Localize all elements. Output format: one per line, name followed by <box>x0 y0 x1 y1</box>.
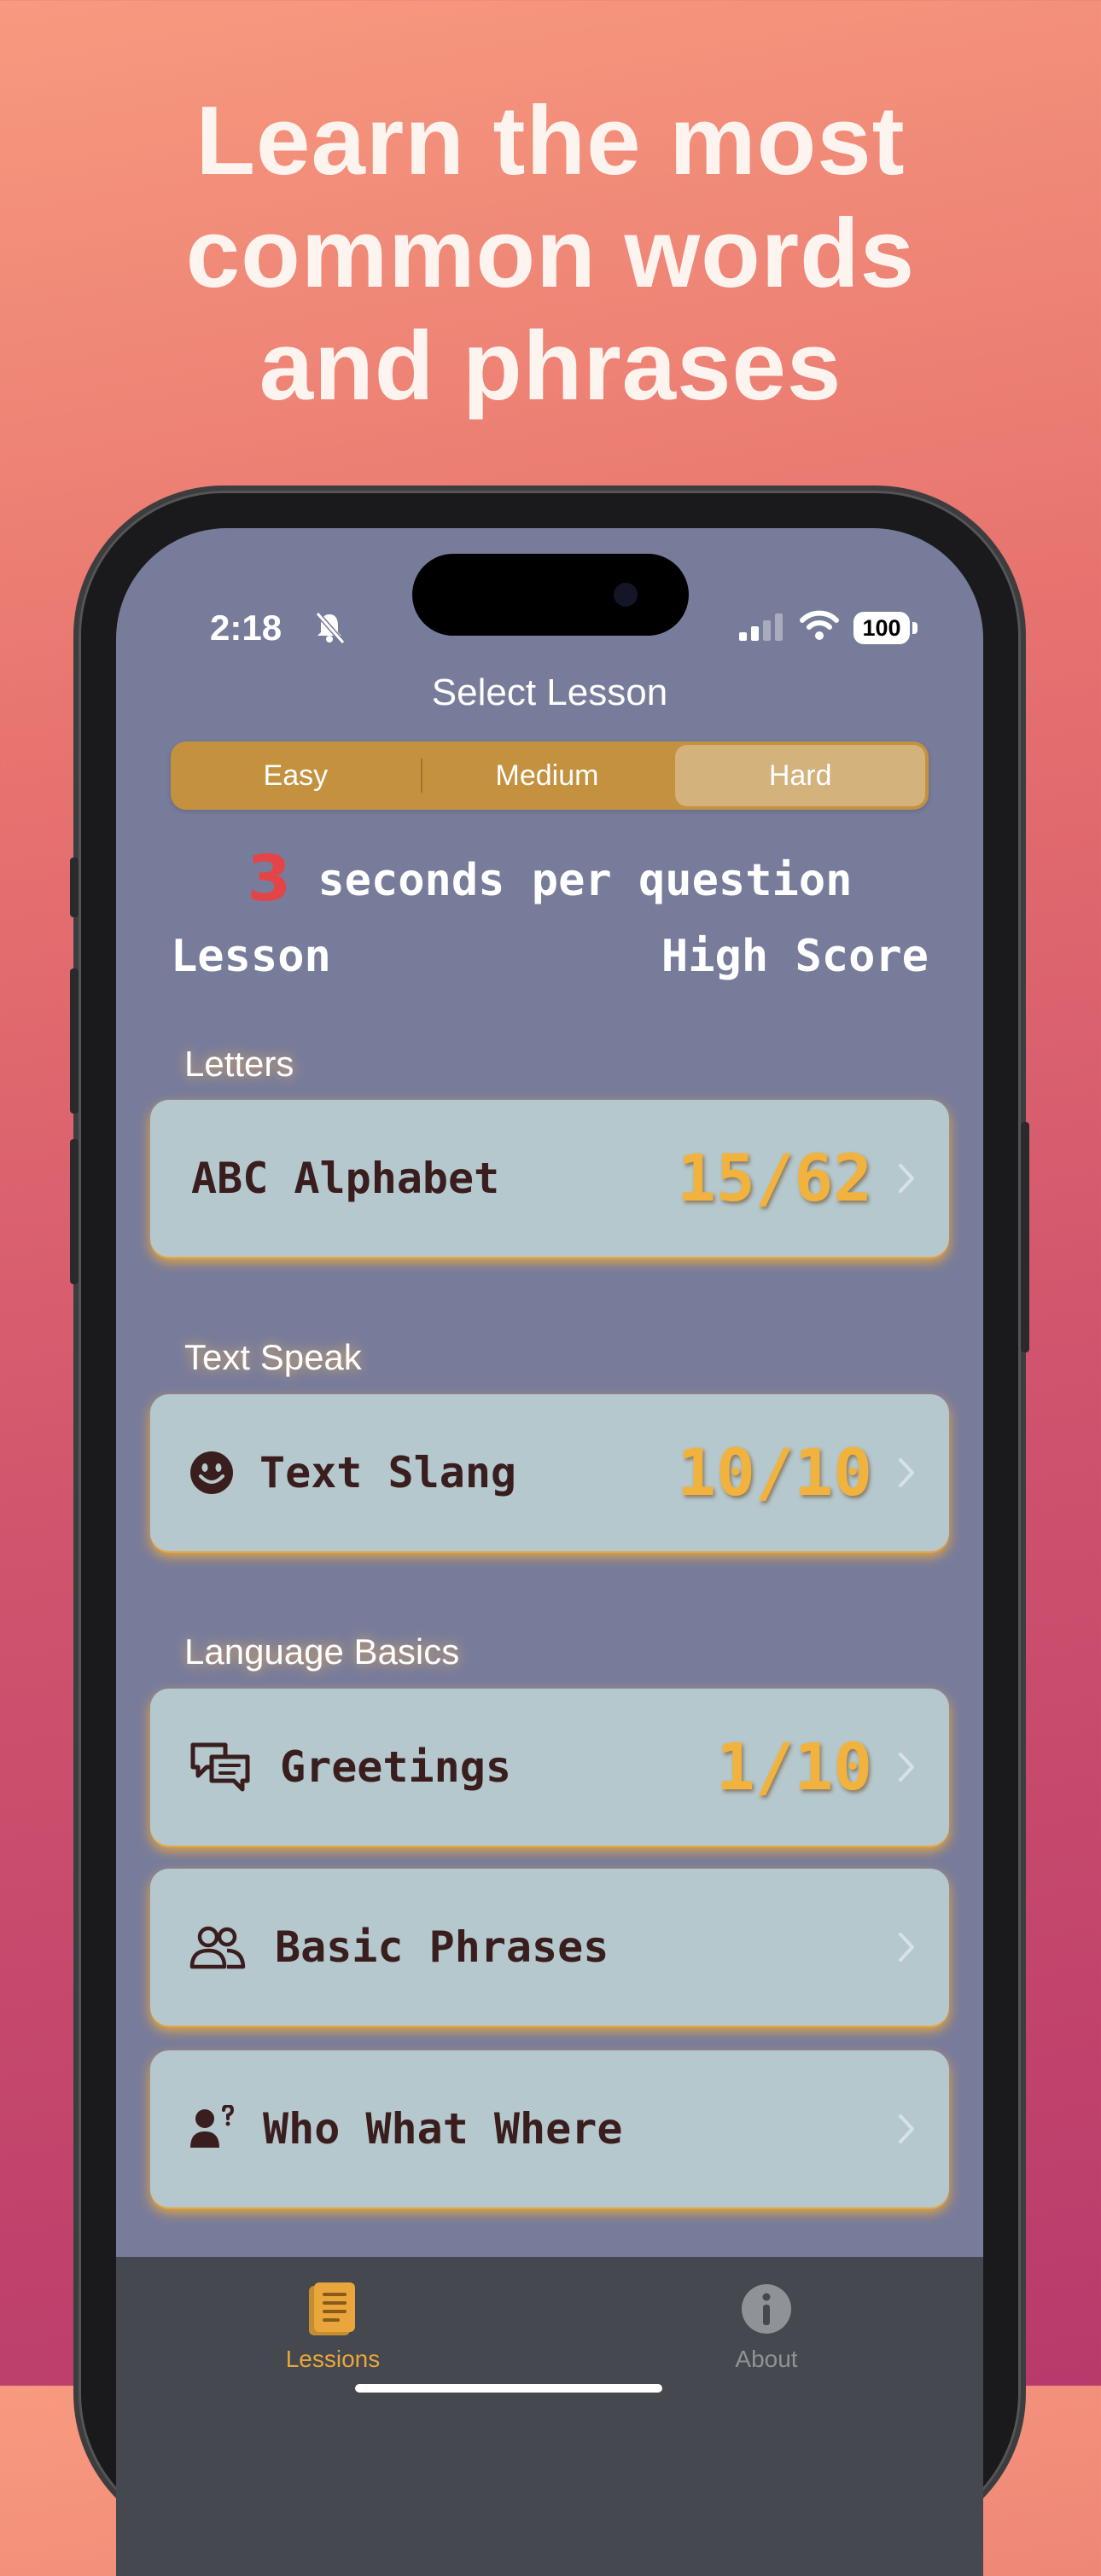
volume-up-button <box>70 968 79 1114</box>
lesson-label: ABC Alphabet <box>191 1154 500 1203</box>
lesson-high-score: 15/62 <box>677 1140 872 1216</box>
mute-switch <box>70 858 79 917</box>
info-icon <box>742 2284 791 2334</box>
lesson-card-who-what-where[interactable]: Who What Where <box>150 2050 949 2207</box>
tab-about[interactable]: About <box>673 2281 860 2373</box>
section-title-text-speak: Text Speak <box>184 1337 362 1377</box>
chevron-right-icon <box>899 1164 914 1193</box>
lesson-card-greetings[interactable]: Greetings 1/10 <box>150 1689 949 1846</box>
timer-info: 3 seconds per question <box>116 842 983 916</box>
camera-icon <box>614 583 638 607</box>
timer-seconds-number: 3 <box>247 842 292 916</box>
headline-line-2: common words <box>185 200 916 308</box>
segment-hard[interactable]: Hard <box>675 745 926 806</box>
tab-lessons-label: Lessions <box>285 2346 381 2372</box>
lesson-high-score: 10/10 <box>677 1434 872 1510</box>
headline: Learn the most common words and phrases <box>0 85 1101 423</box>
lesson-label: Greetings <box>280 1742 511 1792</box>
lesson-label: Basic Phrases <box>275 1922 609 1972</box>
app-screen: 2:18 100 Select Lesson Easy Medium Hard … <box>116 528 983 2576</box>
chevron-right-icon <box>899 2114 914 2143</box>
bell-slash-icon <box>315 612 346 644</box>
chevron-right-icon <box>899 1753 914 1782</box>
column-header-high-score: High Score <box>661 931 929 982</box>
section-title-letters: Letters <box>184 1044 294 1084</box>
segment-medium[interactable]: Medium <box>422 741 673 810</box>
cellular-signal-icon <box>739 613 783 641</box>
book-icon <box>309 2282 355 2335</box>
difficulty-segmented-control: Easy Medium Hard <box>171 741 929 810</box>
people-icon <box>189 1926 246 1969</box>
lesson-card-abc-alphabet[interactable]: ABC Alphabet 15/62 <box>150 1100 949 1257</box>
lesson-card-text-slang[interactable]: Text Slang 10/10 <box>150 1394 949 1551</box>
lesson-high-score: 1/10 <box>715 1729 872 1805</box>
volume-down-button <box>70 1139 79 1284</box>
tab-bar: Lessions About <box>116 2257 983 2576</box>
battery-level: 100 <box>853 612 910 644</box>
dynamic-island <box>412 554 689 636</box>
chevron-right-icon <box>899 1933 914 1962</box>
tab-about-label: About <box>735 2346 798 2372</box>
column-header-lesson: Lesson <box>171 931 331 982</box>
wifi-icon <box>800 610 839 640</box>
power-button <box>1021 1122 1029 1352</box>
tab-lessons[interactable]: Lessions <box>239 2281 427 2373</box>
status-time: 2:18 <box>210 608 283 648</box>
chevron-right-icon <box>899 1458 914 1487</box>
phone-frame: 2:18 100 Select Lesson Easy Medium Hard … <box>70 491 1029 2576</box>
timer-text: seconds per question <box>291 855 853 906</box>
page-title: Select Lesson <box>431 672 668 713</box>
lesson-card-basic-phrases[interactable]: Basic Phrases <box>150 1869 949 2026</box>
person-question-icon <box>190 2105 235 2148</box>
battery-icon: 100 <box>853 612 918 644</box>
lesson-label: Who What Where <box>263 2104 623 2154</box>
lesson-label: Text Slang <box>259 1448 517 1497</box>
headline-line-1: Learn the most <box>195 87 906 195</box>
section-title-language-basics: Language Basics <box>184 1631 460 1672</box>
battery-cap <box>912 622 918 634</box>
segment-easy[interactable]: Easy <box>171 741 421 810</box>
smiley-icon <box>190 1451 233 1494</box>
chat-bubbles-icon <box>190 1742 250 1792</box>
headline-line-3: and phrases <box>259 312 842 421</box>
